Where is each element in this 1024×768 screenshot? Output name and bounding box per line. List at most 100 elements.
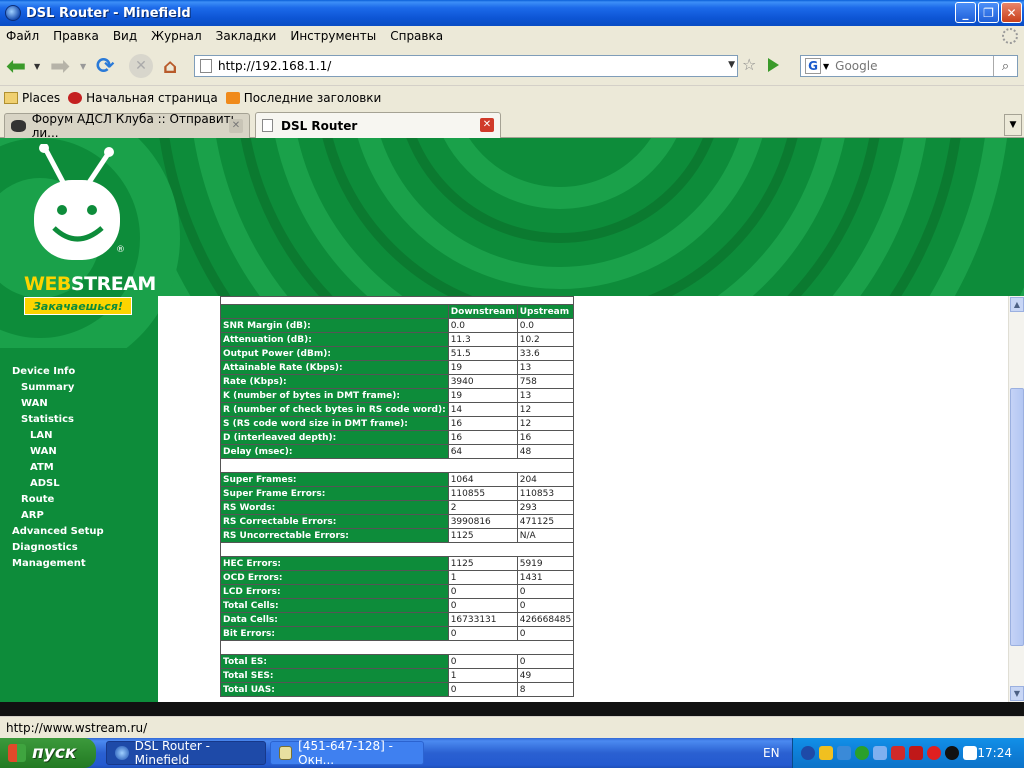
upstream-value: 0 (516, 626, 575, 641)
downstream-value: 19 (447, 388, 518, 403)
tray-monitor-icon[interactable] (837, 746, 851, 760)
downstream-value: 2 (447, 500, 518, 515)
windows-flag-icon (8, 744, 26, 762)
menu-bar: Файл Правка Вид Журнал Закладки Инструме… (0, 26, 1024, 46)
bookmark-star-icon[interactable]: ☆ (742, 55, 756, 74)
table-row: Super Frame Errors: 110855 110853 (220, 486, 575, 501)
tray-v-icon[interactable] (909, 746, 923, 760)
row-label: S (RS code word size in DMT frame): (220, 416, 449, 431)
reload-icon[interactable]: ⟳ (96, 54, 114, 79)
taskbar-item-label: DSL Router - Minefield (134, 739, 210, 767)
taskbar-item-dsl-router[interactable]: DSL Router - Minefield (106, 739, 266, 767)
row-label: HEC Errors: (220, 556, 449, 571)
downstream-value: 19 (447, 360, 518, 375)
menu-edit[interactable]: Правка (53, 29, 99, 43)
back-arrow-icon[interactable]: ⬅ (6, 52, 26, 80)
scroll-thumb[interactable] (1010, 388, 1024, 646)
downstream-value: 14 (447, 402, 518, 417)
tray-network-icon[interactable] (819, 746, 833, 760)
minimize-button[interactable]: _ (955, 2, 976, 23)
window-title: DSL Router - Minefield (26, 5, 191, 21)
nav-wan[interactable]: WAN (21, 398, 48, 409)
nav-device-info[interactable]: Device Info (12, 366, 75, 377)
table-row: OCD Errors: 1 1431 (220, 570, 575, 585)
upstream-value: 0 (516, 654, 575, 669)
downstream-value: 0.0 (447, 318, 518, 333)
scroll-up-arrow-icon[interactable]: ▲ (1010, 297, 1024, 312)
tray-icq-icon[interactable] (855, 746, 869, 760)
downstream-value: 3940 (447, 374, 518, 389)
svg-text:®: ® (116, 245, 125, 255)
downstream-value: 0 (447, 584, 518, 599)
table-header-row: Downstream Upstream (220, 304, 575, 319)
menu-bookmarks[interactable]: Закладки (216, 29, 277, 43)
downstream-value: 16733131 (447, 612, 518, 627)
tab-list-dropdown-icon[interactable]: ▼ (1004, 114, 1022, 136)
row-label: Attainable Rate (Kbps): (220, 360, 449, 375)
nav-stats-wan[interactable]: WAN (30, 446, 57, 457)
nav-summary[interactable]: Summary (21, 382, 74, 393)
table-row: Super Frames: 1064 204 (220, 472, 575, 487)
menu-tools[interactable]: Инструменты (290, 29, 376, 43)
url-dropdown-icon[interactable]: ▼ (728, 60, 735, 70)
tab-close-icon[interactable]: ✕ (229, 119, 243, 133)
nav-advanced-setup[interactable]: Advanced Setup (12, 526, 104, 537)
forward-history-dropdown[interactable]: ▼ (80, 54, 86, 78)
stop-icon[interactable]: ✕ (129, 54, 153, 78)
tray-volume-icon[interactable] (963, 746, 977, 760)
nav-stats-atm[interactable]: ATM (30, 462, 54, 473)
tray-shield-icon[interactable] (873, 746, 887, 760)
forward-arrow-icon[interactable]: ➡ (50, 52, 70, 80)
firefox-icon (115, 746, 129, 760)
bookmark-latest-headlines[interactable]: Последние заголовки (225, 91, 382, 105)
back-history-dropdown[interactable]: ▼ (34, 54, 40, 78)
address-bar[interactable]: http://192.168.1.1/ ▼ (194, 55, 738, 77)
menu-view[interactable]: Вид (113, 29, 137, 43)
taskbar-item-remote-window[interactable]: [451-647-128] - Окн... (270, 739, 424, 767)
nav-arp[interactable]: ARP (21, 510, 44, 521)
window-title-bar[interactable]: DSL Router - Minefield _ ❐ ✕ (0, 0, 1024, 26)
nav-route[interactable]: Route (21, 494, 54, 505)
search-engine-dropdown-icon[interactable]: ▼ (823, 62, 829, 71)
bookmark-label: Places (22, 91, 61, 105)
upstream-value: 293 (516, 500, 575, 515)
tray-media-icon[interactable] (945, 746, 959, 760)
navigation-toolbar: ⬅ ▼ ➡ ▼ ⟳ ✕ ⌂ http://192.168.1.1/ ▼ ☆ G … (0, 46, 1024, 86)
upstream-value: 1431 (516, 570, 575, 585)
close-button[interactable]: ✕ (1001, 2, 1022, 23)
nav-diagnostics[interactable]: Diagnostics (12, 542, 78, 553)
menu-history[interactable]: Журнал (151, 29, 202, 43)
tray-antivirus-icon[interactable] (891, 746, 905, 760)
separator-cell (219, 458, 575, 473)
search-bar[interactable]: G ▼ ⌕ (800, 55, 1018, 77)
nav-stats-adsl[interactable]: ADSL (30, 478, 60, 489)
language-indicator[interactable]: EN (763, 746, 780, 760)
tab-close-icon[interactable]: ✕ (480, 118, 494, 132)
menu-help[interactable]: Справка (390, 29, 443, 43)
tab-forum[interactable]: Форум АДСЛ Клуба :: Отправить ли... ✕ (4, 112, 250, 140)
menu-file[interactable]: Файл (6, 29, 39, 43)
google-icon[interactable]: G (805, 58, 821, 74)
nav-statistics[interactable]: Statistics (21, 414, 74, 425)
tray-power-icon[interactable] (927, 746, 941, 760)
row-label: Attenuation (dB): (220, 332, 449, 347)
tab-dsl-router[interactable]: DSL Router ✕ (255, 112, 501, 138)
row-label: R (number of check bytes in RS code word… (220, 402, 449, 417)
nav-stats-lan[interactable]: LAN (30, 430, 52, 441)
go-arrow-icon[interactable] (768, 58, 779, 72)
url-text[interactable]: http://192.168.1.1/ (218, 59, 331, 73)
scroll-down-arrow-icon[interactable]: ▼ (1010, 686, 1024, 701)
restore-button[interactable]: ❐ (978, 2, 999, 23)
tray-expand-icon[interactable] (801, 746, 815, 760)
home-icon[interactable]: ⌂ (163, 54, 177, 78)
search-input[interactable] (835, 59, 986, 73)
row-label: OCD Errors: (220, 570, 449, 585)
bookmark-places[interactable]: Places (4, 91, 60, 105)
start-button[interactable]: пуск (0, 738, 96, 768)
bookmark-start-page[interactable]: Начальная страница (68, 91, 218, 105)
search-icon[interactable]: ⌕ (993, 56, 1017, 76)
bookmark-label: Последние заголовки (243, 91, 382, 105)
nav-management[interactable]: Management (12, 558, 86, 569)
webstream-logo[interactable]: ® WEBSTREAM Закачаешься! (0, 138, 180, 348)
page-vertical-scrollbar[interactable]: ▲ ▼ (1008, 296, 1024, 702)
